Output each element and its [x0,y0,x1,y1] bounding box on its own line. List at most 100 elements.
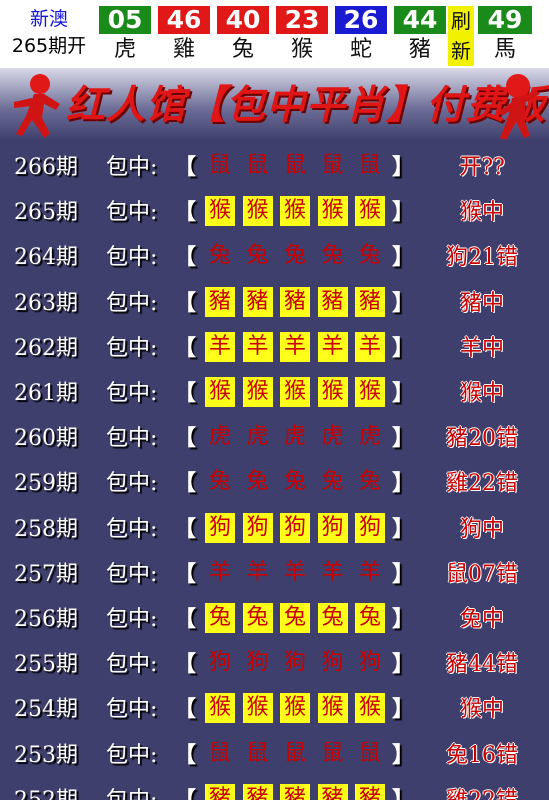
zodiac-pick: 鼠 [358,741,381,766]
zodiac-pick: 猴 [205,196,235,226]
zodiac-pick: 兔 [280,603,310,633]
open-bracket: 【 [174,561,197,587]
zodiac-pick: 猴 [355,693,385,723]
zodiac-pick: 猴 [205,693,235,723]
prediction-row: 264期 包中: 【兔兔兔兔兔】狗21错 [0,232,549,277]
draw-ball: 05 虎 [99,6,151,66]
ball-zodiac: 兔 [231,37,254,62]
refresh-button[interactable]: 刷 新 [448,6,474,66]
close-bracket: 】 [392,696,415,722]
ball-zodiac: 蛇 [349,37,372,62]
zodiac-pick: 虎 [208,424,231,449]
open-bracket: 【 [174,742,197,768]
region-label: 新澳 [29,8,68,30]
period-label: 257期 [14,562,78,587]
zodiac-pick: 豬 [280,784,310,800]
zodiac-pick: 兔 [208,469,231,494]
zodiac-pick: 兔 [242,603,273,633]
zodiac-pick: 鼠 [208,153,231,178]
close-bracket: 】 [392,742,415,768]
open-bracket: 【 [174,380,197,406]
refresh-label-bottom: 新 [451,39,471,63]
ball-zodiac: 馬 [493,37,516,62]
contains-label: 包中: [106,426,158,451]
ball-number: 40 [217,6,269,34]
close-bracket: 】 [392,380,415,406]
result-label: 豬44错 [446,652,518,677]
result-label: 猴中 [459,381,504,406]
result-label: 豬中 [459,291,504,316]
zodiac-pick: 兔 [208,243,231,268]
zodiac-pick: 狗 [208,650,231,675]
prediction-row: 259期 包中: 【兔兔兔兔兔】雞22错 [0,458,549,503]
contains-label: 包中: [106,381,158,406]
open-bracket: 【 [174,244,197,270]
open-bracket: 【 [174,516,197,542]
zodiac-pick: 鼠 [321,153,344,178]
result-label: 兔中 [459,607,504,632]
close-bracket: 】 [392,199,415,225]
zodiac-pick: 豬 [205,287,235,317]
zodiac-pick: 羊 [208,560,231,585]
zodiac-pick: 狗 [317,513,348,543]
period-label: 262期 [14,336,78,361]
open-bracket: 【 [174,425,197,451]
close-bracket: 】 [392,335,415,361]
close-bracket: 】 [392,425,415,451]
contains-label: 包中: [106,697,158,722]
close-bracket: 】 [392,606,415,632]
zodiac-pick: 狗 [280,513,310,543]
period-label: 265期 [14,200,78,225]
draw-ball: 44 豬 [394,6,446,66]
zodiac-pick: 虎 [283,424,306,449]
draw-result-bar: 新澳 265期开 05 虎 46 雞 40 兔 23 猴 26 蛇 44 豬 刷… [0,0,549,68]
ball-number: 26 [335,6,387,34]
zodiac-pick: 豬 [317,287,348,317]
zodiac-pick: 狗 [321,650,344,675]
zodiac-pick: 鼠 [358,153,381,178]
prediction-row: 263期 包中: 【豬豬豬豬豬】豬中 [0,278,549,323]
contains-label: 包中: [106,471,158,496]
draw-ball: 40 兔 [217,6,269,66]
zodiac-pick: 兔 [358,243,381,268]
zodiac-pick: 猴 [280,693,310,723]
period-label: 266期 [14,155,78,180]
close-bracket: 】 [392,244,415,270]
prediction-row: 257期 包中: 【羊羊羊羊羊】鼠07错 [0,549,549,594]
result-label: 狗21错 [446,245,518,270]
zodiac-pick: 豬 [355,287,385,317]
prediction-row: 261期 包中: 【猴猴猴猴猴】猴中 [0,368,549,413]
zodiac-pick: 豬 [280,287,310,317]
zodiac-pick: 羊 [317,332,348,362]
contains-label: 包中: [106,291,158,316]
zodiac-pick: 兔 [355,603,385,633]
zodiac-pick: 鼠 [208,741,231,766]
contains-label: 包中: [106,155,158,180]
contains-label: 包中: [106,743,158,768]
result-label: 开?? [459,155,505,180]
zodiac-pick: 兔 [283,243,306,268]
ball-number: 23 [276,6,328,34]
close-bracket: 】 [392,154,415,180]
period-label: 253期 [14,743,78,768]
period-label: 252期 [14,782,78,800]
zodiac-pick: 狗 [355,513,385,543]
banner: 红人馆【包中平肖】付费版 [0,68,549,142]
close-bracket: 】 [392,787,415,800]
close-bracket: 】 [392,516,415,542]
zodiac-pick: 豬 [242,784,273,800]
issue-number: 265期开 [11,35,87,57]
close-bracket: 】 [392,651,415,677]
prediction-list: 266期 包中: 【鼠鼠鼠鼠鼠】开?? 265期 包中: 【猴猴猴猴猴】猴中 264期 包中:… [0,142,549,800]
refresh-label-top: 刷 [451,9,471,33]
zodiac-pick: 猴 [242,377,273,407]
contains-label: 包中: [106,336,158,361]
ball-number: 49 [478,6,532,34]
zodiac-pick: 兔 [358,469,381,494]
period-label: 255期 [14,652,78,677]
zodiac-pick: 猴 [280,377,310,407]
ball-zodiac: 雞 [172,37,195,62]
zodiac-pick: 兔 [321,469,344,494]
zodiac-pick: 兔 [283,469,306,494]
open-bracket: 【 [174,651,197,677]
